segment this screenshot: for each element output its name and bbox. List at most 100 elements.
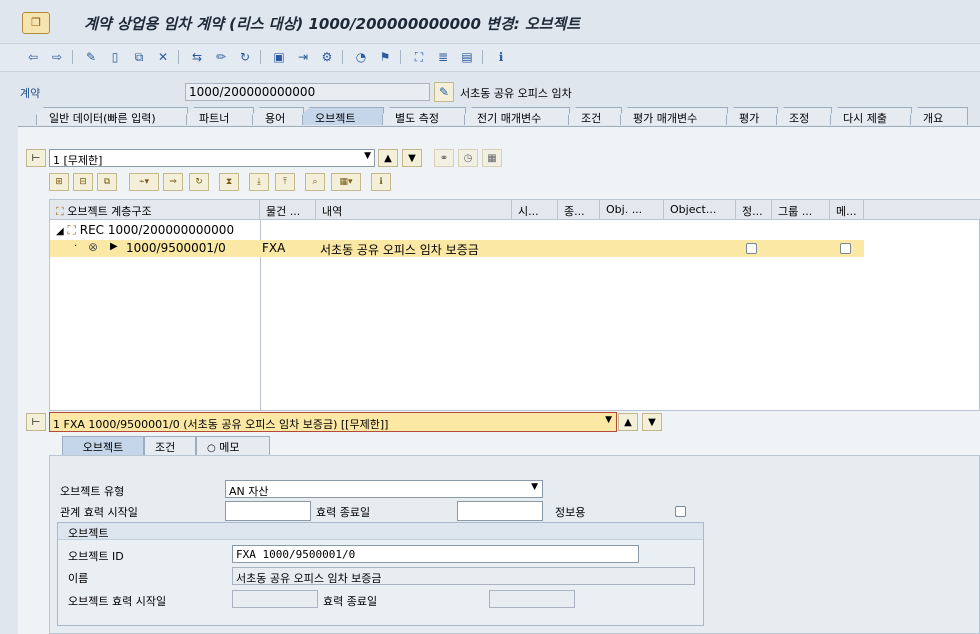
export-menu-icon[interactable]: ▦▾ <box>331 173 361 191</box>
toolbar-separator <box>72 50 73 64</box>
object-selector-dropdown[interactable]: 1 FXA 1000/9500001/0 (서초동 공유 오피스 임차 보증금)… <box>49 412 617 432</box>
align-icon[interactable]: ≣ <box>434 48 452 66</box>
expand-menu-icon[interactable]: ⌁▾ <box>129 173 159 191</box>
tab-objects[interactable]: 오브젝트 <box>302 107 384 125</box>
previous-button[interactable]: ▲ <box>378 149 398 167</box>
expand-all-icon[interactable]: ⤓ <box>249 173 269 191</box>
back-icon[interactable]: ⇦ <box>24 48 42 66</box>
refresh-icon[interactable]: ↻ <box>236 48 254 66</box>
edit-pencil-icon[interactable]: ✎ <box>434 82 454 102</box>
forward-icon[interactable]: ⇨ <box>48 48 66 66</box>
info-checkbox[interactable] <box>746 243 757 254</box>
column-header-group[interactable]: 그룹 ... <box>772 200 830 220</box>
toolbar-separator <box>178 50 179 64</box>
hierarchy-icon[interactable]: ⛶ <box>410 48 428 66</box>
view-selector-dropdown[interactable]: 1 [무제한] ▼ <box>49 149 375 167</box>
column-header-memo[interactable]: 메... <box>830 200 864 220</box>
details-icon[interactable]: ⧗ <box>219 173 239 191</box>
tree-root-label: REC 1000/200000000000 <box>79 223 235 237</box>
object-type-value: AN 자산 <box>229 485 269 498</box>
column-header-start[interactable]: 시... <box>512 200 558 220</box>
grid-icon[interactable]: ▦ <box>482 149 502 167</box>
object-type-label: 오브젝트 유형 <box>60 485 125 498</box>
tab-separate-measure[interactable]: 별도 측정 <box>382 107 466 125</box>
clock-icon[interactable]: ◷ <box>458 149 478 167</box>
object-id-input[interactable]: FXA 1000/9500001/0 <box>232 545 639 563</box>
contract-number-field[interactable]: 1000/200000000000 <box>185 83 430 101</box>
copy-icon[interactable]: ⧉ <box>130 48 148 66</box>
delete-icon[interactable]: ✕ <box>154 48 172 66</box>
workflow-icon[interactable]: ⚑ <box>376 48 394 66</box>
chevron-down-icon: ▼ <box>364 151 371 161</box>
insert-row-icon[interactable]: ⊞ <box>49 173 69 191</box>
tab-valuation-params[interactable]: 평가 매개변수 <box>620 107 728 125</box>
move-icon[interactable]: ⇒ <box>163 173 183 191</box>
toolbar-separator <box>400 50 401 64</box>
lock-status-icon: ⊗ <box>88 240 99 254</box>
status-icon[interactable]: ◔ <box>352 48 370 66</box>
app-menu-icon[interactable]: ❐ <box>22 12 50 34</box>
list-icon[interactable]: ▤ <box>458 48 476 66</box>
refresh-grid-icon[interactable]: ↻ <box>189 173 209 191</box>
subtab-conditions[interactable]: 조건 <box>144 436 196 455</box>
subtab-memo[interactable]: ○ 메모 <box>196 436 270 455</box>
column-header-description[interactable]: 내역 <box>316 200 512 220</box>
next-button[interactable]: ▼ <box>402 149 422 167</box>
column-header-end[interactable]: 종... <box>558 200 600 220</box>
name-field: 서초동 공유 오피스 임차 보증금 <box>232 567 695 585</box>
relationships-icon[interactable]: ⇆ <box>188 48 206 66</box>
tab-overview[interactable]: 개요 <box>910 107 968 125</box>
object-end-label: 효력 종료일 <box>323 595 378 608</box>
display-change-icon[interactable]: ✎ <box>82 48 100 66</box>
object-end-field <box>489 590 575 608</box>
column-header-info[interactable]: 정... <box>736 200 772 220</box>
tab-adjustment[interactable]: 조정 <box>776 107 832 125</box>
layout-icon[interactable]: ⊢ <box>26 413 46 431</box>
grid-info-icon[interactable]: ℹ <box>371 173 391 191</box>
table-row[interactable]: · ⊗ ▶ 1000/9500001/0 FXA 서초동 공유 오피스 임차 보… <box>50 240 864 257</box>
assign-icon[interactable]: ⚭ <box>434 149 454 167</box>
info-icon[interactable]: ℹ <box>492 48 510 66</box>
relation-end-input[interactable] <box>457 501 543 521</box>
copy-row-icon[interactable]: ⧉ <box>97 173 117 191</box>
subtab-object[interactable]: 오브젝트 <box>62 436 144 455</box>
edit-icon[interactable]: ✏ <box>212 48 230 66</box>
column-header-obj-a[interactable]: Obj. ... <box>600 200 664 220</box>
tab-general-data[interactable]: 일반 데이터(빠른 입력) <box>36 107 188 125</box>
expand-node-icon[interactable]: ▶ <box>110 241 118 252</box>
document-icon[interactable]: ▣ <box>270 48 288 66</box>
tab-partners[interactable]: 파트너 <box>186 107 254 125</box>
export-icon[interactable]: ⇥ <box>294 48 312 66</box>
column-header-filler <box>864 200 980 220</box>
tab-terms[interactable]: 용어 <box>252 107 304 125</box>
object-start-label: 오브젝트 효력 시작일 <box>68 595 167 608</box>
relation-start-input[interactable] <box>225 501 311 521</box>
create-icon[interactable]: ▯ <box>106 48 124 66</box>
next-object-button[interactable]: ▼ <box>642 413 662 431</box>
tree-root-row[interactable]: ◢ ⛶ REC 1000/200000000000 <box>56 223 234 238</box>
name-label: 이름 <box>68 572 89 585</box>
column-header-obj-b[interactable]: Object... <box>664 200 736 220</box>
chevron-down-icon: ▼ <box>531 482 538 492</box>
layout-icon[interactable]: ⊢ <box>26 149 46 167</box>
memo-checkbox[interactable] <box>840 243 851 254</box>
contract-label: 계약 <box>20 87 41 100</box>
column-header-hierarchy[interactable]: ⛶ 오브젝트 계층구조 <box>50 200 260 220</box>
object-type-dropdown[interactable]: AN 자산 ▼ <box>225 480 543 498</box>
chevron-down-icon: ▼ <box>605 415 612 425</box>
delete-row-icon[interactable]: ⊟ <box>73 173 93 191</box>
column-header-type[interactable]: 물건 ... <box>260 200 316 220</box>
tab-conditions[interactable]: 조건 <box>568 107 622 125</box>
tab-valuation[interactable]: 평가 <box>726 107 778 125</box>
window-title: 계약 상업용 임차 계약 (리스 대상) 1000/200000000000 변… <box>84 15 581 33</box>
find-icon[interactable]: ⌕ <box>305 173 325 191</box>
toolbar-separator <box>342 50 343 64</box>
collapse-all-icon[interactable]: ⤒ <box>275 173 295 191</box>
memo-radio-icon: ○ <box>207 443 216 454</box>
tab-posting-params[interactable]: 전기 매개변수 <box>464 107 570 125</box>
previous-object-button[interactable]: ▲ <box>618 413 638 431</box>
tab-resubmission[interactable]: 다시 제출 <box>830 107 912 125</box>
info-use-checkbox[interactable] <box>675 506 686 517</box>
collapse-icon[interactable]: ◢ <box>56 226 64 237</box>
settings-icon[interactable]: ⚙ <box>318 48 336 66</box>
